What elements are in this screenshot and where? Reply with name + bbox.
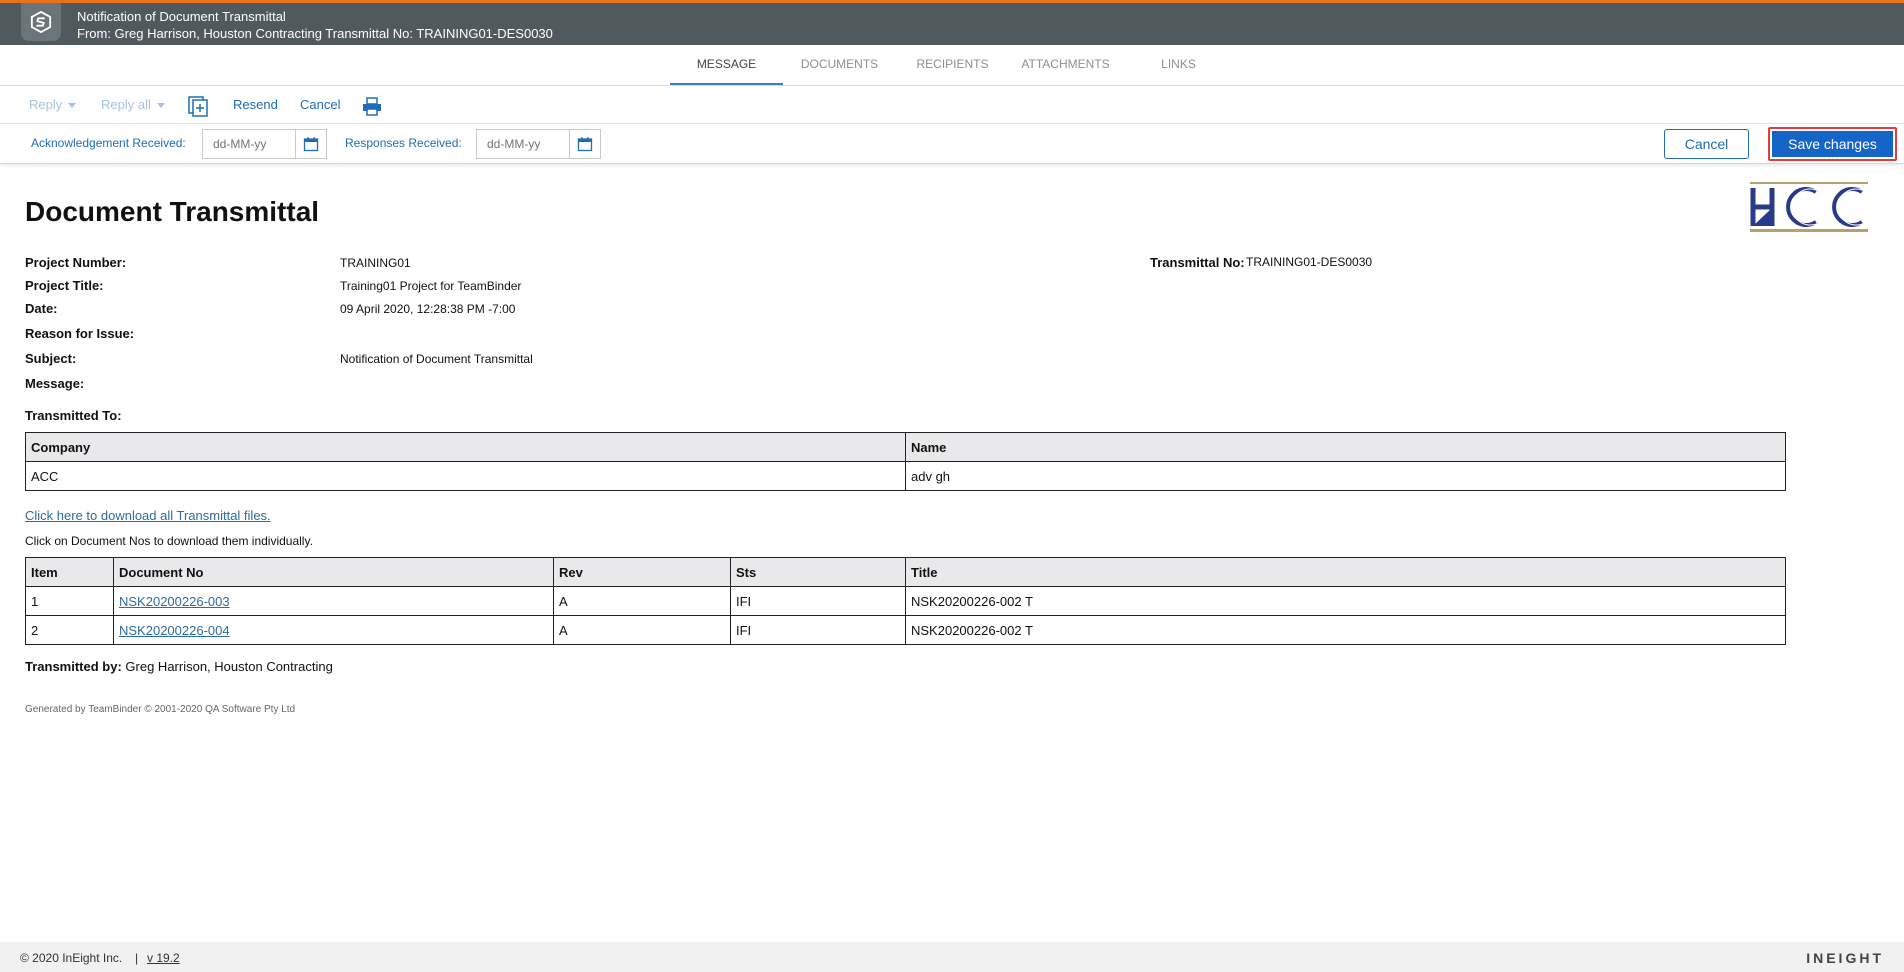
header-subtitle: From: Greg Harrison, Houston Contracting… — [77, 26, 553, 41]
tab-message[interactable]: MESSAGE — [670, 45, 783, 85]
acknowledgement-bar: Acknowledgement Received: Responses Rece… — [0, 124, 1904, 164]
project-title-label: Project Title: — [25, 278, 104, 293]
message-label: Message: — [25, 376, 85, 391]
rev-cell: A — [553, 615, 731, 645]
header-bar: Notification of Document Transmittal Fro… — [0, 0, 1904, 45]
tab-attachments[interactable]: ATTACHMENTS — [1009, 45, 1122, 85]
column-header-rev: Rev — [553, 557, 731, 587]
table-row: ACC adv gh — [25, 461, 1786, 491]
subject-value: Notification of Document Transmittal — [340, 352, 533, 366]
reply-label: Reply — [29, 97, 63, 112]
document-title: Document Transmittal — [25, 196, 320, 227]
project-title-value: Training01 Project for TeamBinder — [340, 279, 522, 293]
table-row: 2 NSK20200226-004 A IFI NSK20200226-002 … — [25, 615, 1786, 645]
column-header-company: Company — [25, 432, 906, 462]
responses-received-date-input[interactable] — [476, 129, 570, 159]
version-link[interactable]: v 19.2 — [147, 951, 180, 965]
header-title: Notification of Document Transmittal — [77, 9, 286, 24]
calendar-icon[interactable] — [296, 129, 327, 159]
hexagon-s-icon — [30, 11, 52, 33]
tab-recipients[interactable]: RECIPIENTS — [896, 45, 1009, 85]
date-label: Date: — [25, 301, 58, 316]
title-cell: NSK20200226-002 T — [905, 586, 1786, 616]
save-changes-label: Save changes — [1772, 131, 1893, 157]
table-row: 1 NSK20200226-003 A IFI NSK20200226-002 … — [25, 586, 1786, 616]
column-header-sts: Sts — [730, 557, 906, 587]
item-cell: 1 — [25, 586, 114, 616]
sts-cell: IFI — [730, 586, 906, 616]
reply-button[interactable]: Reply — [29, 86, 77, 124]
transmitted-by-value: Greg Harrison, Houston Contracting — [125, 659, 333, 674]
document-no-cell: NSK20200226-003 — [113, 586, 554, 616]
transmitted-to-label: Transmitted To: — [25, 408, 122, 423]
chevron-down-icon — [156, 103, 165, 109]
ack-received-date-input[interactable] — [202, 129, 296, 159]
generated-by-note: Generated by TeamBinder © 2001-2020 QA S… — [25, 704, 296, 715]
responses-received-label: Responses Received: — [345, 136, 462, 150]
title-cell: NSK20200226-002 T — [905, 615, 1786, 645]
brand-logo: INEIGHT — [1806, 950, 1884, 966]
footer: © 2020 InEight Inc. | v 19.2 INEIGHT — [0, 942, 1904, 972]
app-logo-icon — [21, 3, 61, 41]
document-no-link[interactable]: NSK20200226-004 — [119, 623, 230, 638]
save-changes-button[interactable]: Save changes — [1768, 127, 1897, 161]
sts-cell: IFI — [730, 615, 906, 645]
item-cell: 2 — [25, 615, 114, 645]
tab-documents[interactable]: DOCUMENTS — [783, 45, 896, 85]
cancel-transmittal-button[interactable]: Cancel — [300, 86, 340, 124]
transmittal-no-value: TRAINING01-DES0030 — [1246, 255, 1373, 269]
documents-table: Item Document No Rev Sts Title 1 NSK2020… — [25, 557, 1786, 645]
reply-all-button[interactable]: Reply all — [101, 86, 165, 124]
reply-all-label: Reply all — [101, 97, 151, 112]
download-all-link[interactable]: Click here to download all Transmittal f… — [25, 508, 271, 523]
chevron-down-icon — [68, 103, 77, 109]
copyright-text: © 2020 InEight Inc. — [20, 951, 123, 965]
transmitted-by: Transmitted by: Greg Harrison, Houston C… — [25, 659, 333, 674]
column-header-document-no: Document No — [113, 557, 554, 587]
project-number-label: Project Number: — [25, 255, 127, 270]
transmitted-by-label: Transmitted by: — [25, 659, 122, 674]
add-page-icon[interactable] — [187, 95, 209, 117]
column-header-title: Title — [905, 557, 1786, 587]
cancel-button[interactable]: Cancel — [1664, 129, 1749, 159]
date-value: 09 April 2020, 12:28:38 PM -7:00 — [340, 302, 516, 316]
column-header-item: Item — [25, 557, 114, 587]
tab-links[interactable]: LINKS — [1122, 45, 1235, 85]
tab-bar: MESSAGE DOCUMENTS RECIPIENTS ATTACHMENTS… — [0, 45, 1904, 86]
document-no-cell: NSK20200226-004 — [113, 615, 554, 645]
resend-button[interactable]: Resend — [233, 86, 278, 124]
ack-received-label: Acknowledgement Received: — [31, 136, 186, 150]
project-number-value: TRAINING01 — [340, 256, 411, 270]
toolbar: Reply Reply all Resend Cancel — [0, 86, 1904, 124]
document-no-link[interactable]: NSK20200226-003 — [119, 594, 230, 609]
printer-icon[interactable] — [361, 95, 383, 117]
transmittal-no-label: Transmittal No: — [1150, 255, 1245, 270]
company-cell: ACC — [25, 461, 906, 491]
table-header-row: Item Document No Rev Sts Title — [25, 557, 1786, 587]
reason-for-issue-label: Reason for Issue: — [25, 326, 135, 341]
name-cell: adv gh — [905, 461, 1786, 491]
recipients-table: Company Name ACC adv gh — [25, 432, 1786, 491]
subject-label: Subject: — [25, 351, 77, 366]
calendar-icon[interactable] — [570, 129, 601, 159]
download-note: Click on Document Nos to download them i… — [25, 534, 313, 548]
column-header-name: Name — [905, 432, 1786, 462]
table-header-row: Company Name — [25, 432, 1786, 462]
rev-cell: A — [553, 586, 731, 616]
company-logo — [1750, 182, 1868, 232]
footer-separator: | — [135, 951, 139, 965]
